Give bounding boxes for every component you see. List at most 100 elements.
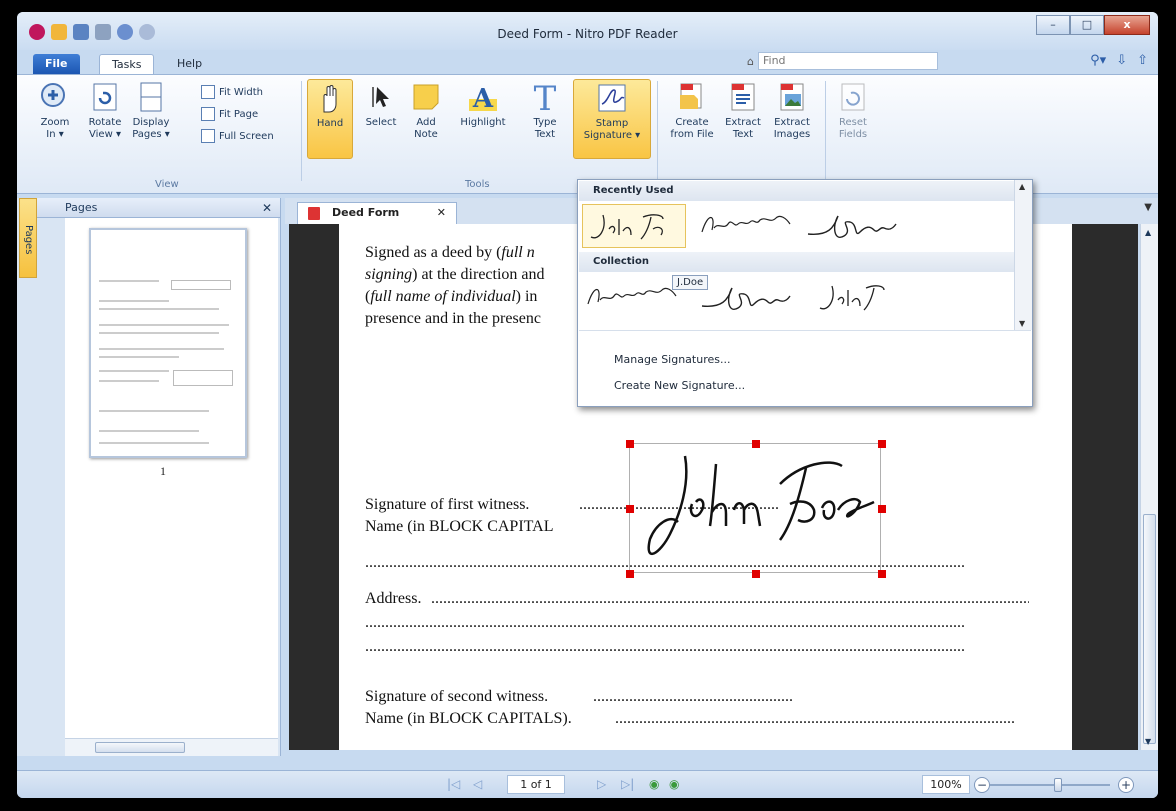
resize-handle[interactable] [878, 570, 886, 578]
second-witness-name-line: Name (in BLOCK CAPITALS). [365, 710, 572, 727]
tab-file[interactable]: File [33, 54, 80, 74]
zoom-level[interactable]: 100% [922, 775, 970, 794]
dotted-line: ........................................… [593, 688, 793, 705]
add-note-button[interactable]: Add Note [409, 81, 443, 141]
scroll-up-icon[interactable]: ▲ [1019, 182, 1025, 191]
collection-signature-3[interactable] [814, 276, 894, 320]
tab-help[interactable]: Help [165, 54, 214, 74]
highlight-label: Highlight [460, 117, 506, 128]
tools-group-label: Tools [465, 179, 490, 190]
scrollbar-thumb[interactable] [95, 742, 185, 753]
resize-handle[interactable] [878, 440, 886, 448]
close-icon[interactable]: ✕ [262, 198, 272, 218]
next-page-icon[interactable]: ▷ [597, 777, 606, 791]
ribbon-separator [301, 81, 302, 181]
tab-deed-form[interactable]: Deed Form ✕ [297, 202, 457, 224]
resize-handle[interactable] [626, 505, 634, 513]
collection-signature-2[interactable] [698, 276, 808, 320]
horizontal-scrollbar[interactable] [65, 738, 278, 756]
maximize-button[interactable]: □ [1070, 15, 1104, 35]
zoom-in-label: Zoom In ▾ [40, 117, 70, 140]
scroll-down-icon[interactable]: ▼ [1145, 737, 1151, 746]
reset-fields-button[interactable]: Reset Fields [833, 81, 873, 141]
title-bar: Deed Form - Nitro PDF Reader – □ x [17, 12, 1158, 50]
stamped-signature[interactable] [626, 440, 886, 578]
ribbon-tab-row: File Tasks Help ⌂ Find ⚲▾ ⇩ ⇧ [17, 50, 1158, 74]
scroll-up-icon[interactable]: ▲ [1145, 228, 1151, 237]
close-tab-icon[interactable]: ✕ [437, 203, 446, 223]
zoom-in-button[interactable]: Zoom In ▾ [35, 81, 75, 141]
rotate-view-button[interactable]: Rotate View ▾ [83, 81, 127, 141]
dotted-line: ........................................… [365, 638, 965, 655]
manage-signatures-item[interactable]: Manage Signatures... [614, 353, 730, 366]
pages-side-tab[interactable]: Pages [19, 198, 37, 278]
stamp-signature-dropdown: Recently Used Collection ▲ ▼ Manage Sign… [577, 179, 1033, 407]
last-page-icon[interactable]: ▷| [621, 777, 634, 791]
recent-signature-jdoe[interactable] [582, 204, 686, 248]
scroll-down-icon[interactable]: ▼ [1019, 319, 1025, 328]
resize-handle[interactable] [626, 570, 634, 578]
search-icon[interactable]: ⚲▾ [1090, 53, 1106, 68]
first-witness-signature-line: Signature of first witness. [365, 496, 530, 513]
pages-panel-title: Pages [65, 201, 98, 214]
full-screen-button[interactable]: Full Screen [201, 129, 274, 143]
vertical-scrollbar[interactable]: ▲ ▼ [1140, 224, 1158, 750]
zoom-in-small-icon[interactable]: + [1118, 777, 1134, 793]
hand-label: Hand [316, 118, 344, 129]
chevron-down-icon[interactable]: ▼ [1144, 202, 1152, 213]
zoom-out-icon[interactable]: − [974, 777, 990, 793]
display-pages-button[interactable]: Display Pages ▾ [129, 81, 173, 141]
signature-image [647, 455, 875, 556]
tab-tasks[interactable]: Tasks [99, 54, 155, 74]
full-screen-icon [201, 129, 215, 143]
window-controls: – □ x [1036, 15, 1150, 35]
scrollbar-thumb[interactable] [1143, 514, 1156, 744]
recent-signature-2[interactable] [696, 204, 806, 248]
resize-handle[interactable] [878, 505, 886, 513]
create-from-file-button[interactable]: Create from File [667, 81, 717, 141]
display-pages-label: Display Pages ▾ [132, 117, 170, 140]
dotted-line: ........................................… [431, 590, 1029, 607]
select-button[interactable]: Select [363, 81, 399, 129]
dropdown-scrollbar[interactable]: ▲ ▼ [1014, 180, 1032, 330]
fit-page-button[interactable]: Fit Page [201, 107, 258, 121]
type-text-button[interactable]: T Type Text [529, 81, 561, 141]
zoom-slider-track[interactable] [990, 784, 1110, 786]
second-witness-signature-line: Signature of second witness. [365, 688, 549, 705]
extract-images-button[interactable]: Extract Images [769, 81, 815, 141]
type-text-label: Type Text [533, 117, 557, 140]
previous-page-icon[interactable]: ◁ [473, 777, 482, 791]
reset-fields-icon [841, 83, 865, 111]
first-witness-name-line: Name (in BLOCK CAPITAL [365, 518, 554, 535]
page-thumbnail[interactable] [89, 228, 247, 458]
close-button[interactable]: x [1104, 15, 1150, 35]
pdf-icon [308, 207, 320, 220]
create-new-signature-item[interactable]: Create New Signature... [614, 379, 745, 392]
find-next-icon[interactable]: ⇩ [1116, 53, 1127, 68]
resize-handle[interactable] [752, 570, 760, 578]
recent-signature-3[interactable] [804, 204, 914, 248]
back-icon[interactable]: ◉ [649, 777, 659, 791]
resize-handle[interactable] [626, 440, 634, 448]
signature-3-image [819, 285, 885, 311]
page-indicator[interactable]: 1 of 1 [507, 775, 565, 794]
hand-button[interactable]: Hand [307, 79, 353, 159]
zoom-slider-knob[interactable] [1054, 778, 1062, 792]
pages-thumbnail-area: 1 [65, 218, 278, 738]
find-input[interactable]: Find [758, 52, 938, 70]
fit-width-icon [201, 85, 215, 99]
menu-divider [579, 330, 1031, 331]
display-pages-icon [140, 82, 162, 112]
forward-icon[interactable]: ◉ [669, 777, 679, 791]
resize-handle[interactable] [752, 440, 760, 448]
first-page-icon[interactable]: |◁ [447, 777, 460, 791]
highlight-button[interactable]: A Highlight [455, 81, 511, 129]
find-previous-icon[interactable]: ⇧ [1137, 53, 1148, 68]
minimize-button[interactable]: – [1036, 15, 1070, 35]
find-icon: ⌂ [747, 54, 754, 68]
fit-width-button[interactable]: Fit Width [201, 85, 263, 99]
note-icon [413, 84, 439, 110]
extract-text-button[interactable]: Extract Text [723, 81, 763, 141]
page-number-label: 1 [160, 464, 166, 478]
stamp-signature-button[interactable]: Stamp Signature ▾ [573, 79, 651, 159]
